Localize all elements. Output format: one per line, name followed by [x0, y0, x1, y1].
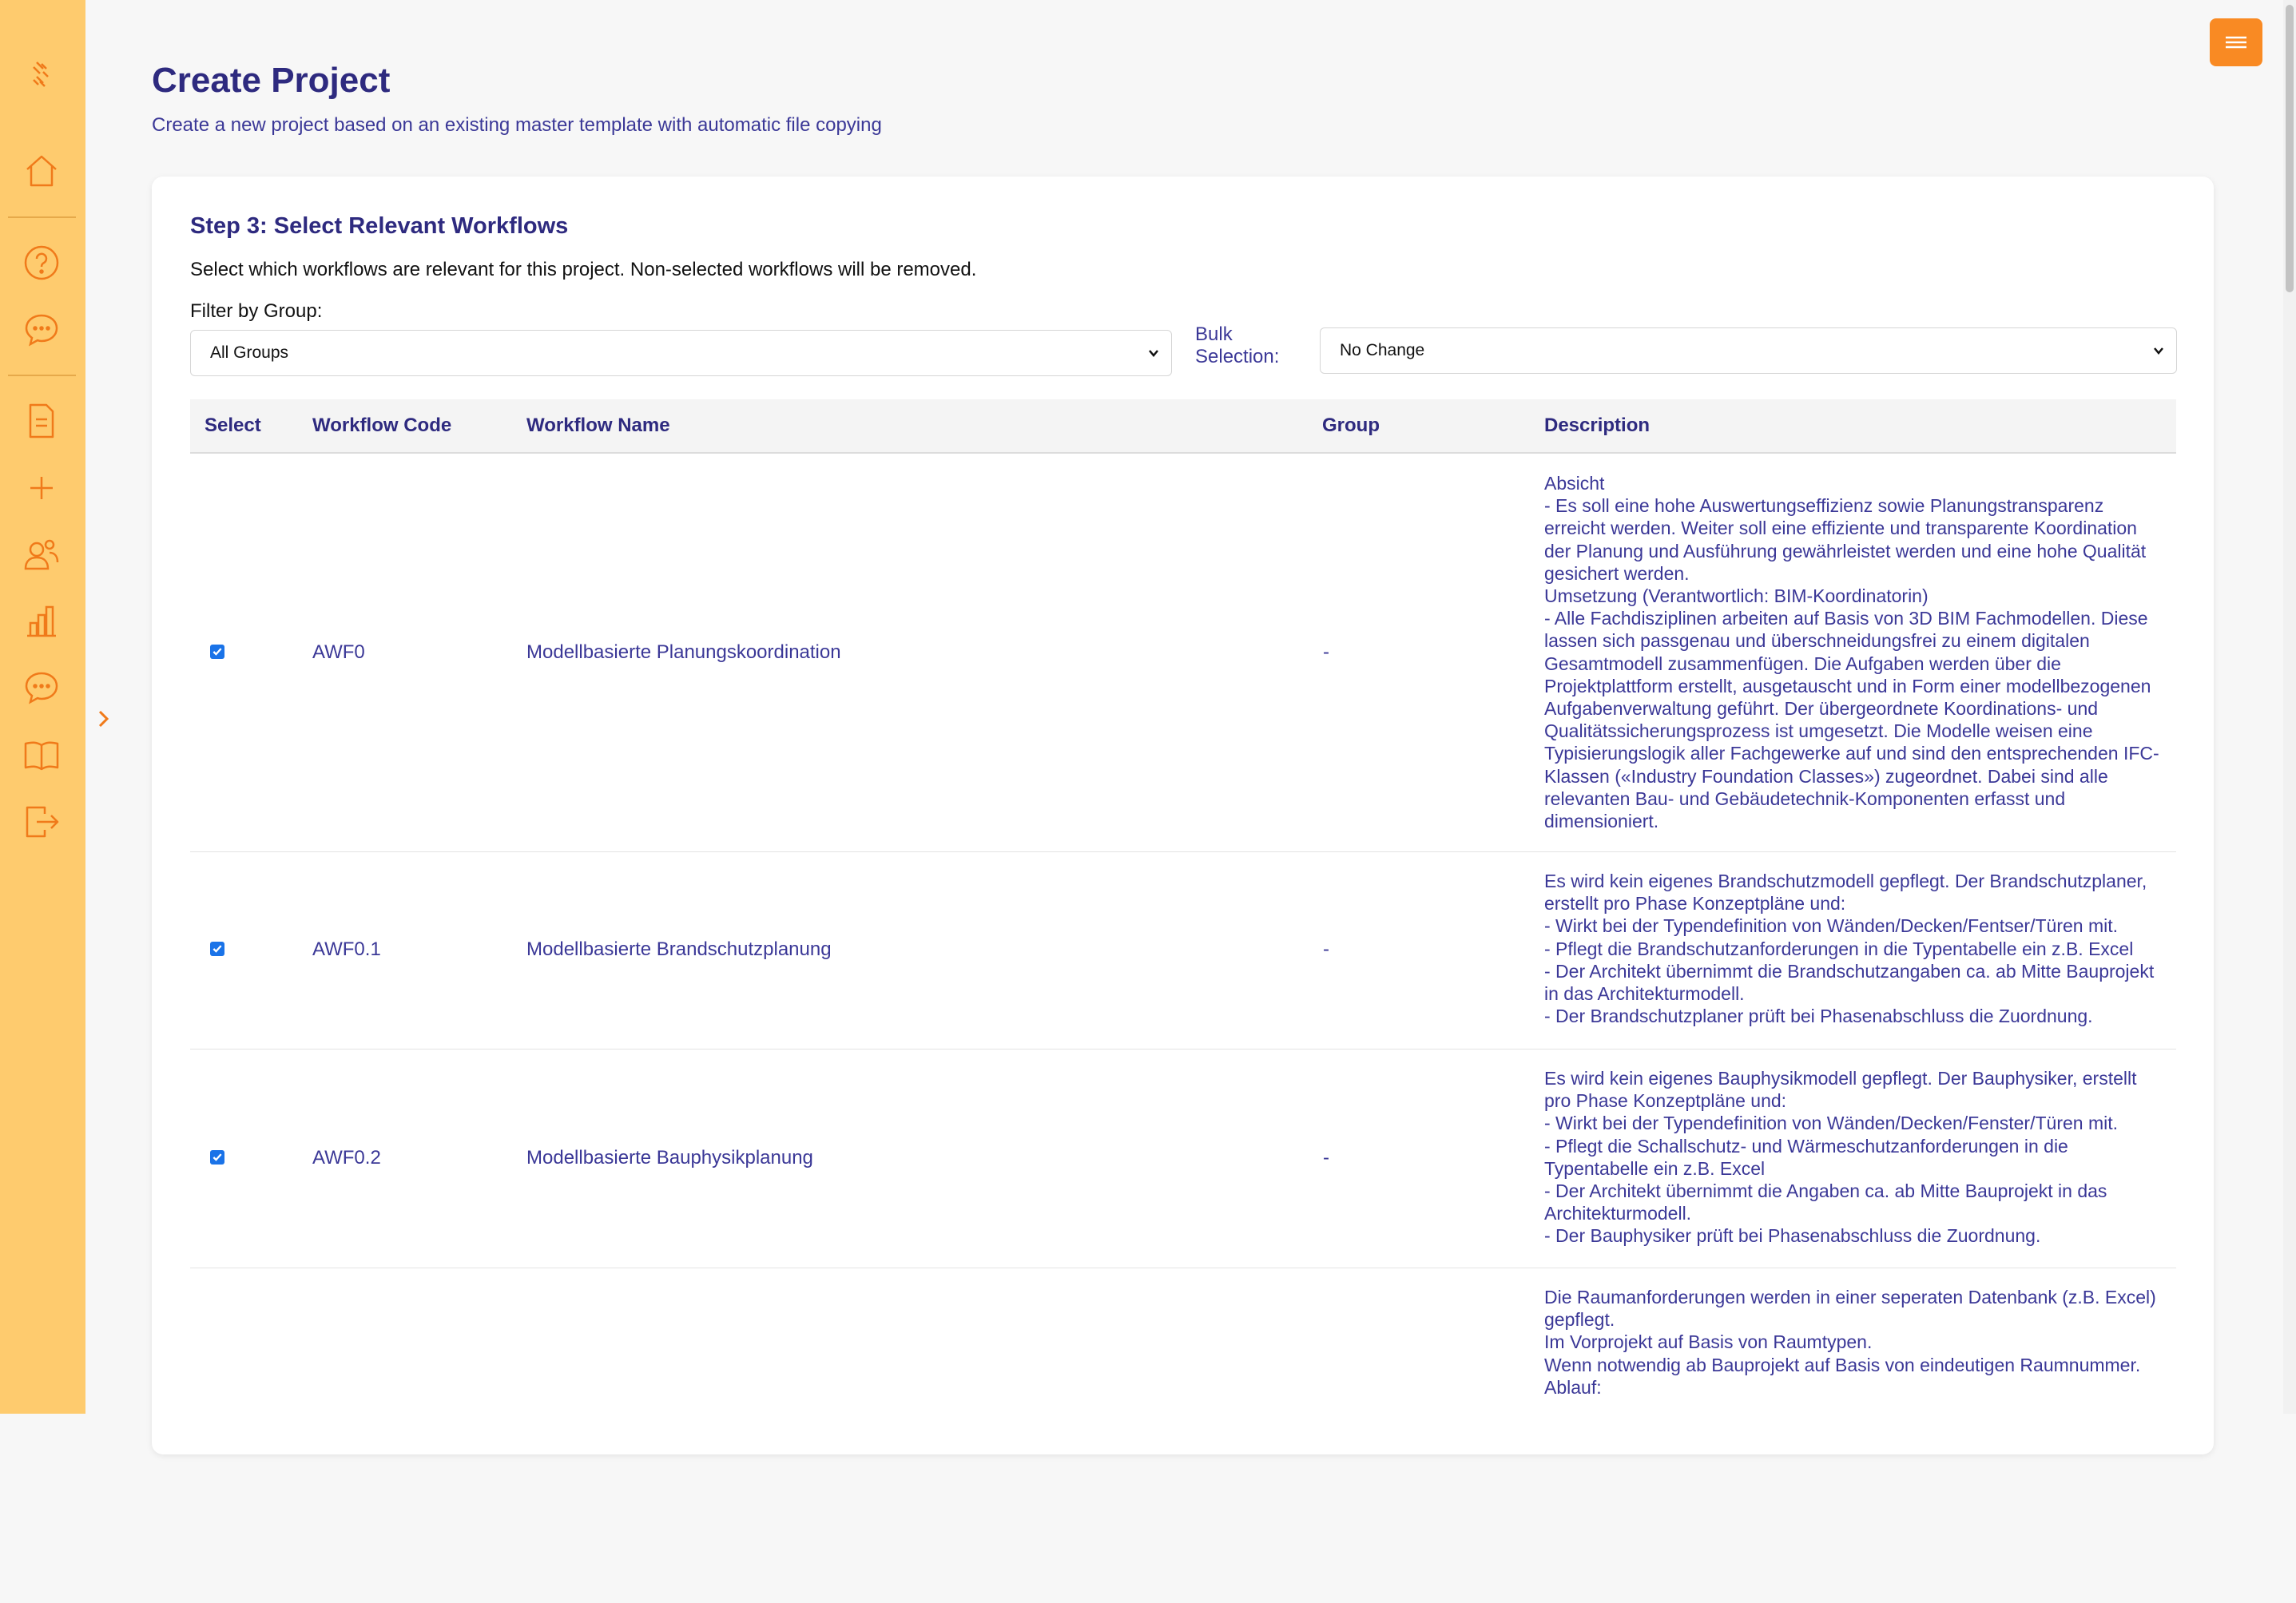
workflow-code: AWF0.2: [312, 1147, 381, 1169]
page-title: Create Project: [152, 61, 391, 100]
chat-icon[interactable]: [21, 667, 62, 708]
sidebar-divider: [8, 216, 76, 218]
row-select-checkbox[interactable]: [210, 645, 224, 659]
sidebar-divider: [8, 375, 76, 376]
row-select-checkbox[interactable]: [210, 942, 224, 956]
chevron-down-icon: [1149, 350, 1158, 357]
book-icon[interactable]: [21, 734, 62, 776]
sidebar: [0, 0, 85, 1414]
step-title: Step 3: Select Relevant Workflows: [190, 213, 569, 239]
table-row: Die Raumanforderungen werden in einer se…: [190, 1268, 2176, 1603]
workflow-description: Absicht - Es soll eine hohe Auswertungse…: [1544, 473, 2159, 832]
workflow-code: AWF0: [312, 641, 365, 663]
step-card: Step 3: Select Relevant Workflows Select…: [152, 177, 2214, 1454]
menu-button[interactable]: [2210, 18, 2262, 66]
checkmark-icon: [213, 1153, 222, 1161]
scrollbar-thumb[interactable]: [2286, 5, 2294, 292]
checkmark-icon: [213, 945, 222, 953]
users-icon[interactable]: [21, 534, 62, 575]
document-icon[interactable]: [21, 400, 62, 442]
workflow-name: Modellbasierte Brandschutzplanung: [526, 938, 832, 960]
workflow-code: AWF0.1: [312, 938, 381, 960]
filter-group-select[interactable]: All Groups: [190, 330, 1172, 376]
step-description: Select which workflows are relevant for …: [190, 259, 977, 280]
chevron-down-icon: [2154, 347, 2163, 355]
table-row: AWF0.2 Modellbasierte Bauphysikplanung -…: [190, 1049, 2176, 1268]
chevron-right-icon[interactable]: [96, 708, 112, 730]
workflow-description: Es wird kein eigenes Bauphysikmodell gep…: [1544, 1068, 2137, 1247]
table-row: AWF0.1 Modellbasierte Brandschutzplanung…: [190, 851, 2176, 1049]
bulk-selection-label: Bulk Selection:: [1195, 323, 1280, 367]
filter-group-value: All Groups: [210, 343, 289, 362]
bar-chart-icon[interactable]: [21, 601, 62, 642]
chat-icon[interactable]: [21, 309, 62, 351]
plus-icon[interactable]: [21, 467, 62, 509]
table-header: Select Workflow Code Workflow Name Group…: [190, 399, 2176, 454]
table-row: AWF0 Modellbasierte Planungskoordination…: [190, 454, 2176, 852]
header-workflow-code[interactable]: Workflow Code: [312, 415, 451, 437]
header-select[interactable]: Select: [205, 415, 261, 437]
bulk-selection-value: No Change: [1340, 341, 1425, 359]
help-icon[interactable]: [21, 242, 62, 284]
home-icon[interactable]: [21, 150, 62, 192]
checkmark-icon: [213, 648, 222, 656]
workflow-name: Modellbasierte Planungskoordination: [526, 641, 841, 663]
header-workflow-name[interactable]: Workflow Name: [526, 415, 670, 437]
bulk-selection-select[interactable]: No Change: [1320, 327, 2177, 374]
filter-label: Filter by Group:: [190, 300, 323, 322]
workflow-group: -: [1323, 938, 1329, 960]
workflow-description: Die Raumanforderungen werden in einer se…: [1544, 1287, 2156, 1398]
hamburger-icon: [2226, 36, 2246, 49]
header-group[interactable]: Group: [1322, 415, 1380, 437]
workflow-group: -: [1323, 641, 1329, 663]
logout-icon[interactable]: [21, 801, 62, 843]
workflow-group: -: [1323, 1147, 1329, 1169]
workflow-name: Modellbasierte Bauphysikplanung: [526, 1147, 813, 1169]
logo-icon[interactable]: [21, 54, 62, 96]
page-subtitle: Create a new project based on an existin…: [152, 114, 882, 136]
workflow-description: Es wird kein eigenes Brandschutzmodell g…: [1544, 871, 2155, 1027]
header-description[interactable]: Description: [1544, 415, 1650, 437]
row-select-checkbox[interactable]: [210, 1150, 224, 1165]
